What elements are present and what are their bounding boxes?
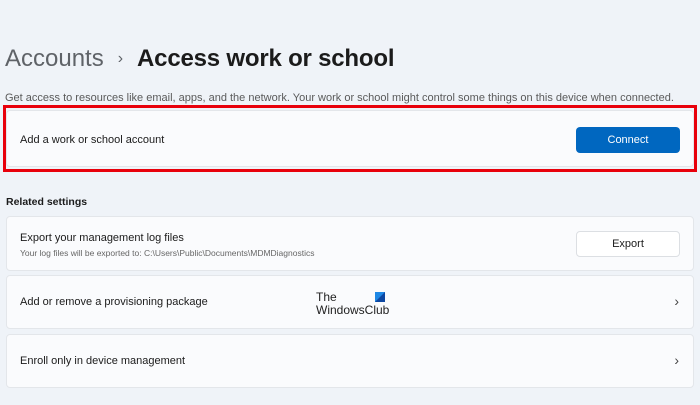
connect-button[interactable]: Connect (576, 127, 680, 153)
breadcrumb-separator-icon: › (117, 50, 124, 67)
add-account-card: Add a work or school account Connect (6, 110, 694, 167)
chevron-right-icon: › (674, 293, 679, 309)
windows-logo-icon (375, 292, 385, 302)
related-settings-heading: Related settings (6, 196, 88, 208)
export-logs-label: Export your management log files (20, 232, 184, 244)
breadcrumb-accounts-link[interactable]: Accounts (5, 45, 104, 73)
export-button[interactable]: Export (576, 231, 680, 257)
watermark-line2: WindowsClub (316, 303, 390, 317)
add-account-label: Add a work or school account (20, 134, 165, 146)
page-title: Access work or school (137, 45, 395, 72)
page-description: Get access to resources like email, apps… (5, 92, 674, 104)
provisioning-package-label: Add or remove a provisioning package (20, 296, 208, 308)
breadcrumb: Accounts › Access work or school (5, 45, 394, 73)
export-logs-path: Your log files will be exported to: C:\U… (20, 248, 315, 258)
chevron-right-icon: › (674, 352, 679, 368)
enroll-device-management-label: Enroll only in device management (20, 355, 186, 367)
export-logs-card: Export your management log files Your lo… (6, 216, 694, 271)
watermark-logo: The WindowsClub (316, 291, 389, 317)
enroll-device-management-item[interactable]: Enroll only in device management › (6, 334, 694, 388)
